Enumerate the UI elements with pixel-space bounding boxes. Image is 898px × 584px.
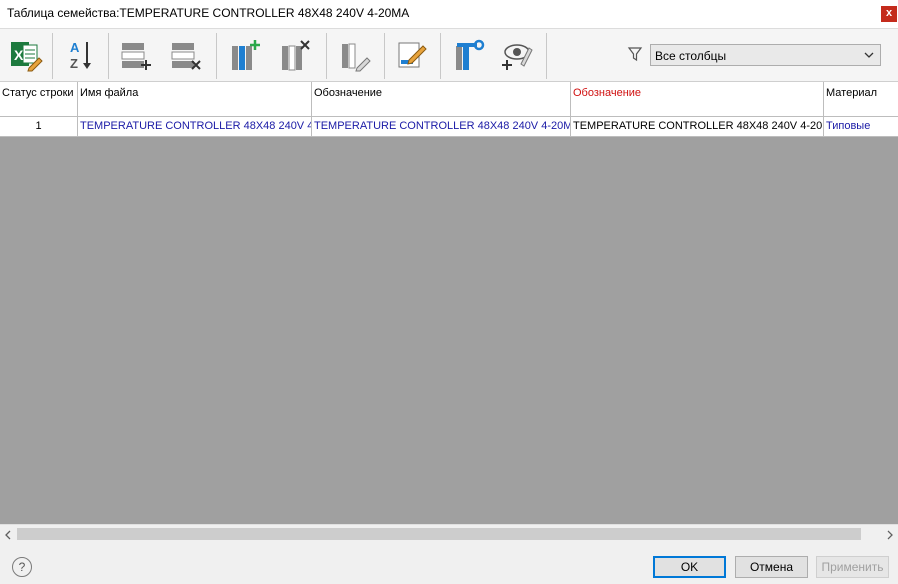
toolbar-separator (216, 33, 217, 79)
filename-cell[interactable]: TEMPERATURE CONTROLLER 48X48 240V 4-2... (78, 117, 312, 137)
edit-table-icon (395, 38, 429, 75)
column-header-designation-key[interactable]: Обозначение (571, 82, 824, 117)
delete-column-icon (277, 38, 311, 75)
row-status-cell[interactable]: 1 (0, 117, 78, 137)
delete-column-button[interactable] (274, 35, 314, 77)
column-filter-value: Все столбцы (655, 49, 727, 63)
table-row[interactable]: 1 TEMPERATURE CONTROLLER 48X48 240V 4-2.… (0, 117, 898, 137)
apply-button[interactable]: Применить (816, 556, 889, 578)
title-bar: Таблица семейства:TEMPERATURE CONTROLLER… (0, 0, 898, 28)
scroll-right-icon[interactable] (885, 529, 895, 540)
svg-text:A: A (70, 40, 80, 55)
window-title: Таблица семейства:TEMPERATURE CONTROLLER… (7, 6, 410, 20)
column-header-material[interactable]: Материал (824, 82, 898, 117)
edit-column-icon (337, 38, 371, 75)
cancel-button[interactable]: Отмена (735, 556, 808, 578)
excel-edit-icon: X (9, 38, 43, 75)
filter-icon (627, 46, 643, 62)
edit-column-button[interactable] (334, 35, 374, 77)
sort-az-icon: A Z (63, 38, 97, 75)
delete-row-icon (169, 38, 203, 75)
svg-text:X: X (14, 47, 24, 63)
chevron-down-icon (862, 48, 876, 62)
add-view-icon (499, 38, 533, 75)
column-filter-select[interactable]: Все столбцы (650, 44, 881, 66)
insert-row-button[interactable] (116, 35, 156, 77)
column-header-row-status[interactable]: Статус строки (0, 82, 78, 117)
toolbar-separator (326, 33, 327, 79)
close-button[interactable]: x (881, 6, 897, 22)
scrollbar-thumb[interactable] (17, 528, 861, 540)
key-column-button[interactable] (448, 35, 488, 77)
family-table-grid[interactable]: Статус строки Имя файла Обозначение Обоз… (0, 82, 898, 524)
sort-button[interactable]: A Z (60, 35, 100, 77)
dialog-footer: ? OK Отмена Применить (0, 542, 898, 584)
grid-header: Статус строки Имя файла Обозначение Обоз… (0, 82, 898, 117)
edit-table-button[interactable] (392, 35, 432, 77)
insert-column-button[interactable] (224, 35, 264, 77)
column-header-designation[interactable]: Обозначение (312, 82, 571, 117)
toolbar-separator (384, 33, 385, 79)
svg-text:Z: Z (70, 56, 78, 71)
add-view-button[interactable] (496, 35, 536, 77)
toolbar-separator (52, 33, 53, 79)
toolbar-separator (440, 33, 441, 79)
column-header-filename[interactable]: Имя файла (78, 82, 312, 117)
toolbar-separator (108, 33, 109, 79)
help-button[interactable]: ? (12, 557, 32, 577)
excel-edit-button[interactable]: X (6, 35, 46, 77)
designation-cell[interactable]: TEMPERATURE CONTROLLER 48X48 240V 4-20MA (312, 117, 571, 137)
material-cell[interactable]: Типовые (824, 117, 898, 137)
scroll-left-icon[interactable] (3, 529, 13, 540)
toolbar-separator (546, 33, 547, 79)
designation-key-cell[interactable]: TEMPERATURE CONTROLLER 48X48 240V 4-20MA (571, 117, 824, 137)
ok-button[interactable]: OK (653, 556, 726, 578)
delete-row-button[interactable] (166, 35, 206, 77)
insert-column-icon (227, 38, 261, 75)
insert-row-icon (119, 38, 153, 75)
key-column-icon (451, 38, 485, 75)
horizontal-scrollbar[interactable] (0, 524, 898, 542)
